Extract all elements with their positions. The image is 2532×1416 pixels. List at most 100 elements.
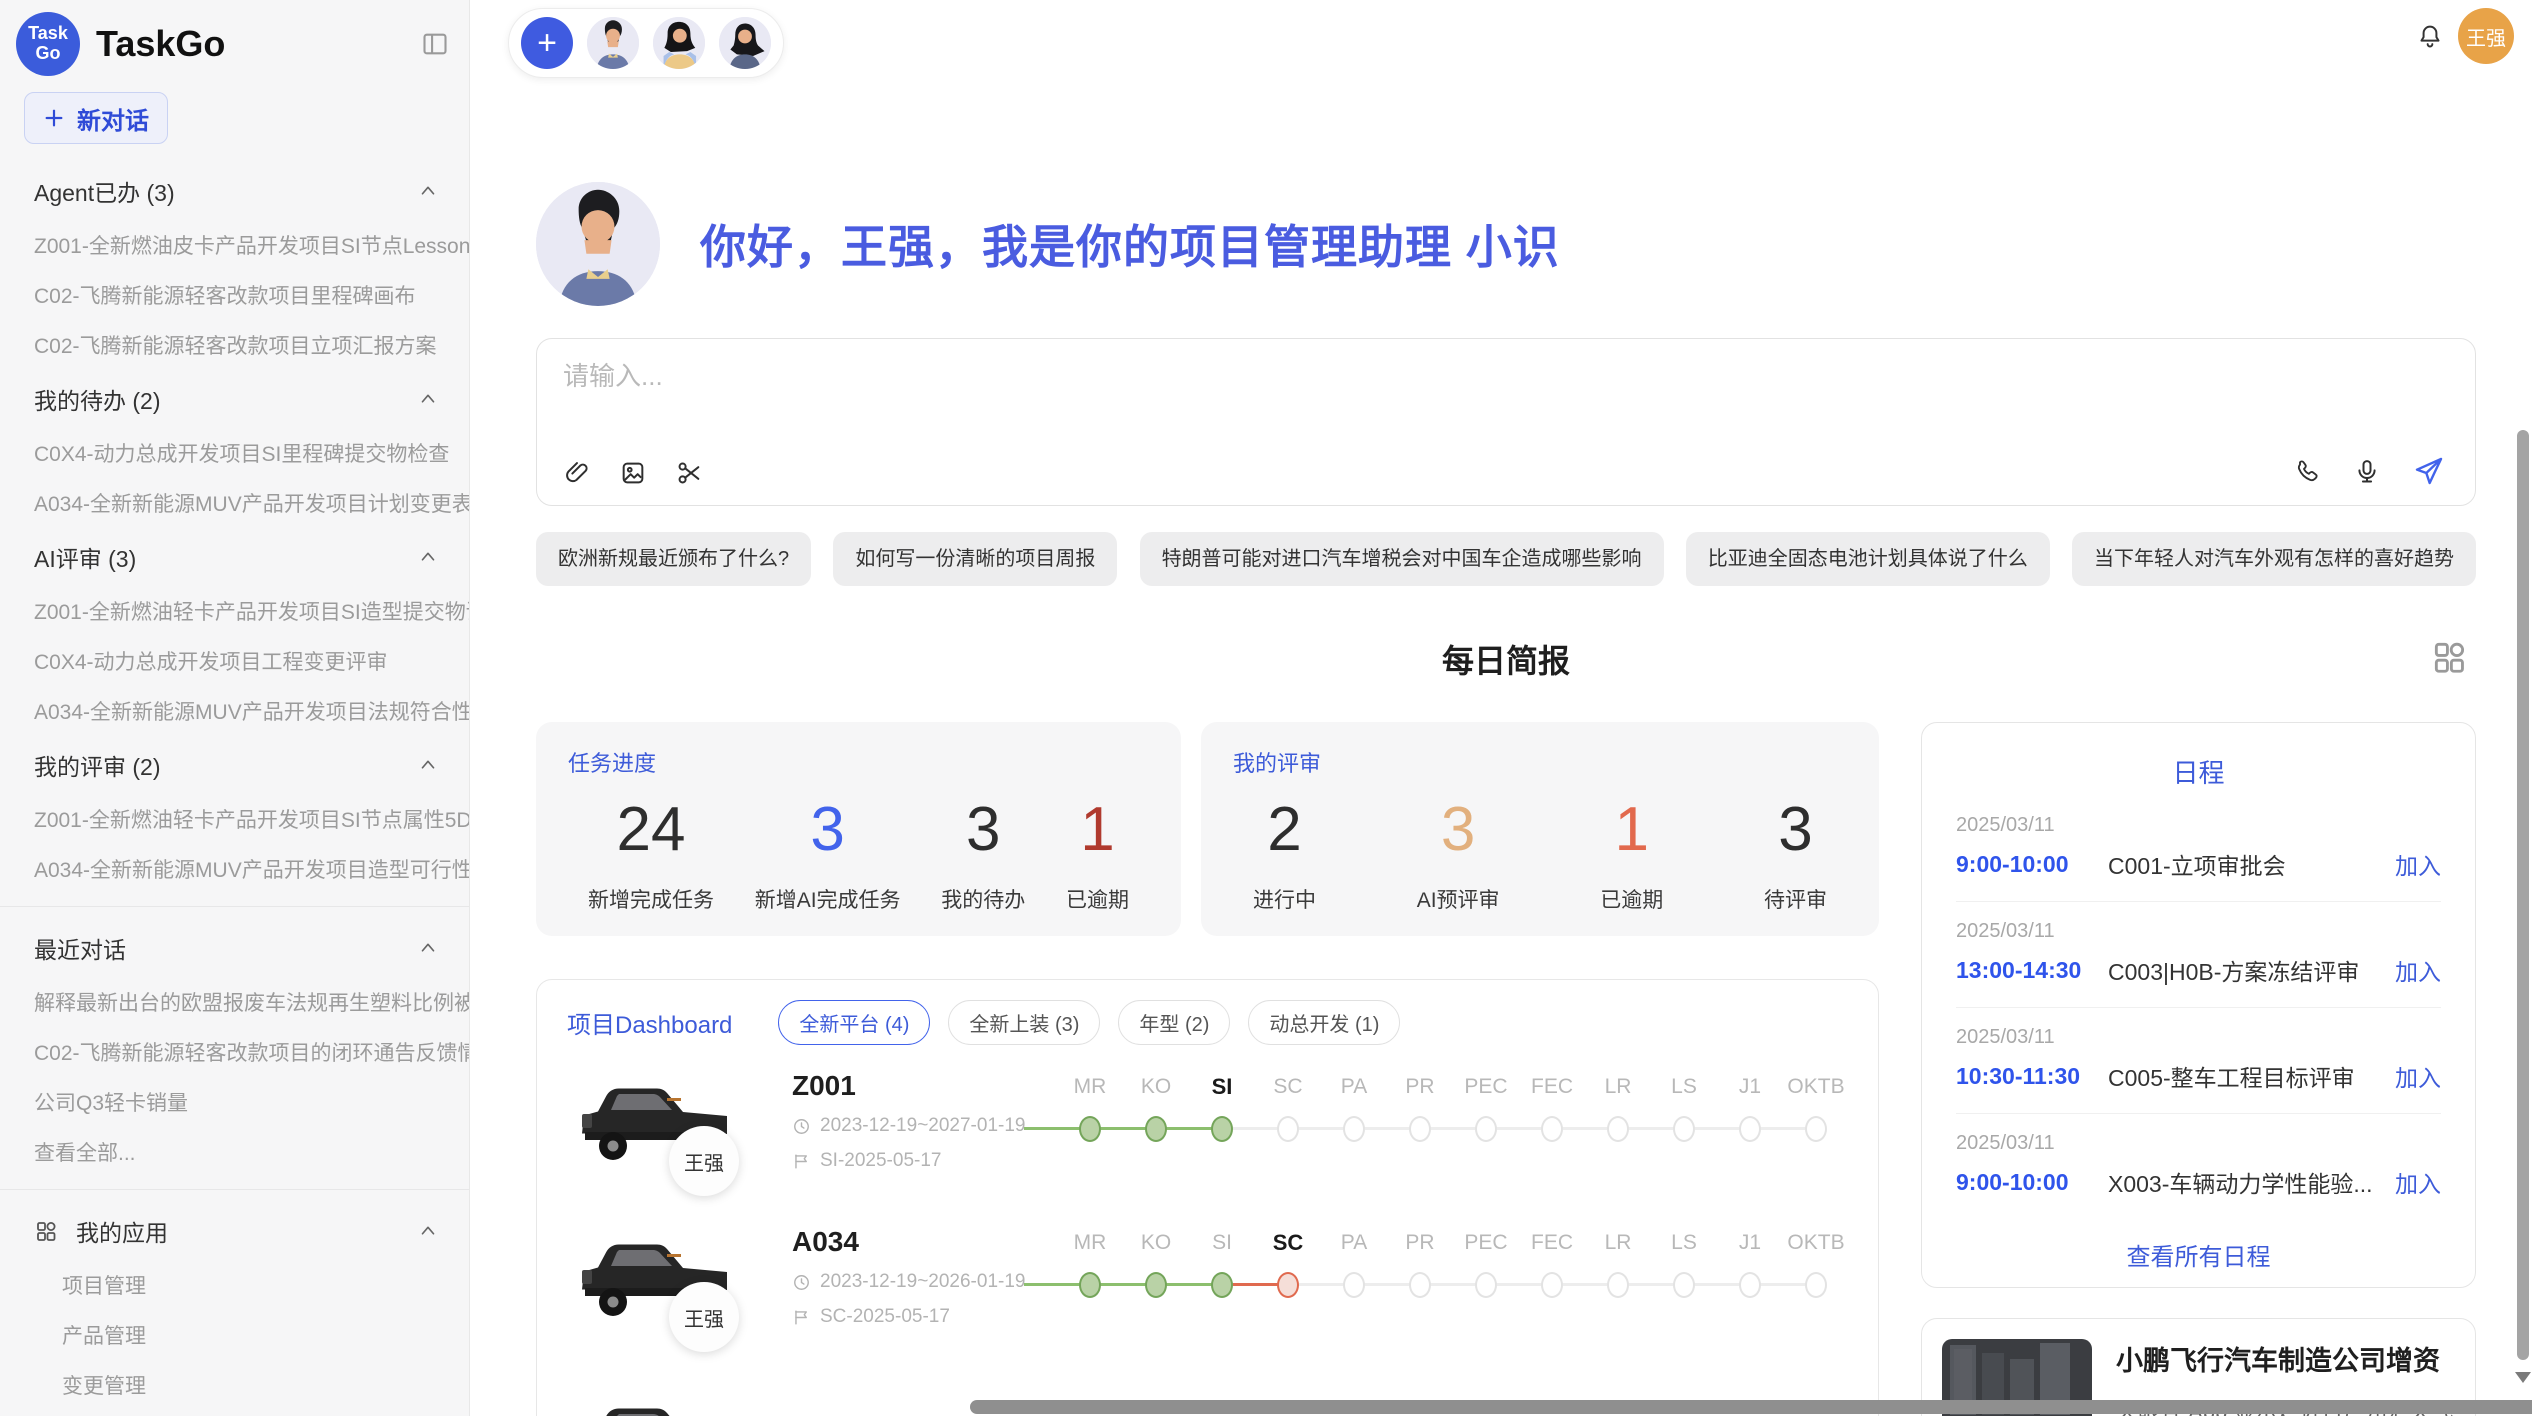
stat-item: 2进行中: [1253, 796, 1316, 914]
recent-chats-header[interactable]: 最近对话: [0, 919, 469, 977]
sidebar-task-item[interactable]: C0X4-动力总成开发项目SI里程碑提交物检查: [0, 428, 469, 478]
filter-chip[interactable]: 全新平台 (4): [778, 1000, 930, 1045]
event-row: 10:30-11:30C005-整车工程目标评审加入: [1956, 1059, 2441, 1093]
sidebar-task-item[interactable]: Z001-全新燃油皮卡产品开发项目SI节点Lesson Learn报告: [0, 220, 469, 270]
sidebar-section-header[interactable]: 我的评审 (2): [0, 736, 469, 794]
sidebar-task-item[interactable]: Z001-全新燃油轻卡产品开发项目SI节点属性5D文件评审: [0, 794, 469, 844]
vertical-scrollbar[interactable]: [2517, 0, 2529, 1416]
phone-call-icon[interactable]: [2293, 457, 2321, 485]
milestone-label: J1: [1717, 1074, 1783, 1100]
join-event-link[interactable]: 加入: [2395, 847, 2441, 881]
filter-chip[interactable]: 全新上装 (3): [948, 1000, 1100, 1045]
send-icon[interactable]: [2413, 455, 2445, 487]
view-all-schedule-link[interactable]: 查看所有日程: [1956, 1237, 2441, 1272]
stat-row: 2进行中3AI预评审1已逾期3待评审: [1233, 796, 1847, 914]
layout-grid-icon[interactable]: [2430, 638, 2468, 676]
project-dashboard-card: 项目Dashboard 全新平台 (4)全新上装 (3)年型 (2)动总开发 (…: [536, 979, 1879, 1416]
vertical-scrollbar-thumb[interactable]: [2517, 430, 2529, 1360]
milestone-label: MR: [1057, 1074, 1123, 1100]
greeting-text: 你好，王强，我是你的项目管理助理 小识: [700, 211, 1560, 277]
sidebar-section-header[interactable]: 我的待办 (2): [0, 370, 469, 428]
event-title: C001-立项审批会: [2108, 847, 2395, 881]
recent-chat-item[interactable]: 解释最新出台的欧盟报废车法规再生塑料比例被调至15%...: [0, 977, 469, 1027]
recent-chat-item[interactable]: 查看全部...: [0, 1127, 469, 1177]
milestone-label: FEC: [1519, 1074, 1585, 1100]
recent-chat-item[interactable]: 公司Q3轻卡销量: [0, 1077, 469, 1127]
project-code[interactable]: Z001: [792, 1070, 1057, 1102]
new-chat-label: 新对话: [77, 101, 149, 136]
schedule-event: 2025/03/1113:00-14:30C003|H0B-方案冻结评审加入: [1956, 920, 2441, 1008]
filter-chip[interactable]: 动总开发 (1): [1248, 1000, 1400, 1045]
sidebar-section-header[interactable]: AI评审 (3): [0, 528, 469, 586]
join-event-link[interactable]: 加入: [2395, 953, 2441, 987]
project-info: A0342023-12-19~2026-01-19SC-2025-05-17: [792, 1224, 1057, 1354]
event-time: 10:30-11:30: [1956, 1063, 2108, 1090]
notification-bell-icon[interactable]: [2416, 22, 2444, 50]
scroll-down-arrow-icon[interactable]: [2515, 1372, 2531, 1383]
stat-label: 新增AI完成任务: [755, 884, 901, 914]
suggestion-chip[interactable]: 比亚迪全固态电池计划具体说了什么: [1686, 532, 2050, 586]
sidebar-task-item[interactable]: A034-全新新能源MUV产品开发项目法规符合性评审: [0, 686, 469, 736]
stat-item: 1已逾期: [1600, 796, 1663, 914]
chevron-up-icon: [417, 180, 439, 202]
composer-attachments: [563, 459, 703, 487]
join-event-link[interactable]: 加入: [2395, 1165, 2441, 1199]
milestone-label: PA: [1321, 1230, 1387, 1256]
app-link-item[interactable]: 变更管理: [0, 1360, 469, 1410]
sidebar-section-header[interactable]: Agent已办 (3): [0, 162, 469, 220]
image-icon[interactable]: [619, 459, 647, 487]
project-milestone-tag-text: SC-2025-05-17: [820, 1306, 950, 1328]
milestone-dot: [1079, 1116, 1101, 1142]
member-avatar-2[interactable]: [653, 17, 705, 69]
milestone-dot: [1145, 1116, 1167, 1142]
right-column: 日程 2025/03/119:00-10:00C001-立项审批会加入2025/…: [1921, 722, 2476, 1416]
new-chat-button[interactable]: 新对话: [24, 92, 168, 144]
dashboard-filters: 全新平台 (4) 全新上装 (3) 年型 (2) 动总开发 (1): [778, 1000, 1400, 1045]
sidebar-task-item[interactable]: C0X4-动力总成开发项目工程变更评审: [0, 636, 469, 686]
recent-chat-item[interactable]: C02-飞腾新能源轻客改款项目的闭环通告反馈情况: [0, 1027, 469, 1077]
milestone-label: MR: [1057, 1230, 1123, 1256]
sidebar-lists: Agent已办 (3)Z001-全新燃油皮卡产品开发项目SI节点Lesson L…: [0, 162, 469, 1416]
sidebar-task-item[interactable]: A034-全新新能源MUV产品开发项目造型可行性评审: [0, 844, 469, 894]
milestone-label: J1: [1717, 1230, 1783, 1256]
sidebar-task-item[interactable]: C02-飞腾新能源轻客改款项目立项汇报方案: [0, 320, 469, 370]
left-column: 任务进度24新增完成任务3新增AI完成任务3我的待办1已逾期我的评审2进行中3A…: [536, 722, 1879, 1416]
suggestion-chip[interactable]: 欧洲新规最近颁布了什么?: [536, 532, 811, 586]
owner-badge: 王强: [669, 1126, 739, 1196]
main-area: + 王强 你好，王强，我是你的项目管理助理 小识 欧洲新规最近颁布了什么: [470, 0, 2532, 1416]
project-code[interactable]: A034: [792, 1226, 1057, 1258]
app-link-item[interactable]: 项目管理: [0, 1260, 469, 1310]
sidebar-task-item[interactable]: A034-全新新能源MUV产品开发项目计划变更表编写: [0, 478, 469, 528]
suggestion-chip[interactable]: 特朗普可能对进口汽车增税会对中国车企造成哪些影响: [1140, 532, 1664, 586]
event-time: 9:00-10:00: [1956, 1169, 2108, 1196]
filter-chip[interactable]: 年型 (2): [1118, 1000, 1230, 1045]
my-apps-header[interactable]: 我的应用: [0, 1202, 469, 1260]
member-avatar-1[interactable]: [587, 17, 639, 69]
horizontal-scrollbar-thumb[interactable]: [970, 1400, 2532, 1414]
sidebar-section-label: 我的待办 (2): [34, 382, 161, 416]
sidebar-task-item[interactable]: Z001-全新燃油轻卡产品开发项目SI造型提交物评审: [0, 586, 469, 636]
scissors-icon[interactable]: [675, 459, 703, 487]
horizontal-scrollbar[interactable]: [970, 1400, 2532, 1414]
clock-icon: [792, 1117, 811, 1136]
microphone-icon[interactable]: [2353, 457, 2381, 485]
sidebar-task-item[interactable]: C02-飞腾新能源轻客改款项目里程碑画布: [0, 270, 469, 320]
milestone-label: KO: [1123, 1074, 1189, 1100]
member-avatar-3[interactable]: [719, 17, 771, 69]
app-link-item[interactable]: 查看全部...: [0, 1410, 469, 1416]
team-member-pill: +: [508, 8, 784, 78]
add-member-button[interactable]: +: [521, 17, 573, 69]
project-row: 王强Z0012023-12-19~2027-01-19SI-2025-05-17…: [567, 1068, 1848, 1198]
attachment-icon[interactable]: [563, 459, 591, 487]
suggestion-chip[interactable]: 如何写一份清晰的项目周报: [833, 532, 1117, 586]
milestone-dot: [1475, 1116, 1497, 1142]
collapse-sidebar-icon[interactable]: [421, 30, 449, 58]
suggestion-chip[interactable]: 当下年轻人对汽车外观有怎样的喜好趋势: [2072, 532, 2476, 586]
chat-input[interactable]: [563, 361, 2063, 392]
milestone-mr: MR: [1057, 1230, 1123, 1354]
sidebar-sections: Agent已办 (3)Z001-全新燃油皮卡产品开发项目SI节点Lesson L…: [0, 162, 469, 894]
app-link-item[interactable]: 产品管理: [0, 1310, 469, 1360]
user-avatar[interactable]: 王强: [2458, 8, 2514, 64]
join-event-link[interactable]: 加入: [2395, 1059, 2441, 1093]
stat-card: 我的评审2进行中3AI预评审1已逾期3待评审: [1201, 722, 1879, 936]
